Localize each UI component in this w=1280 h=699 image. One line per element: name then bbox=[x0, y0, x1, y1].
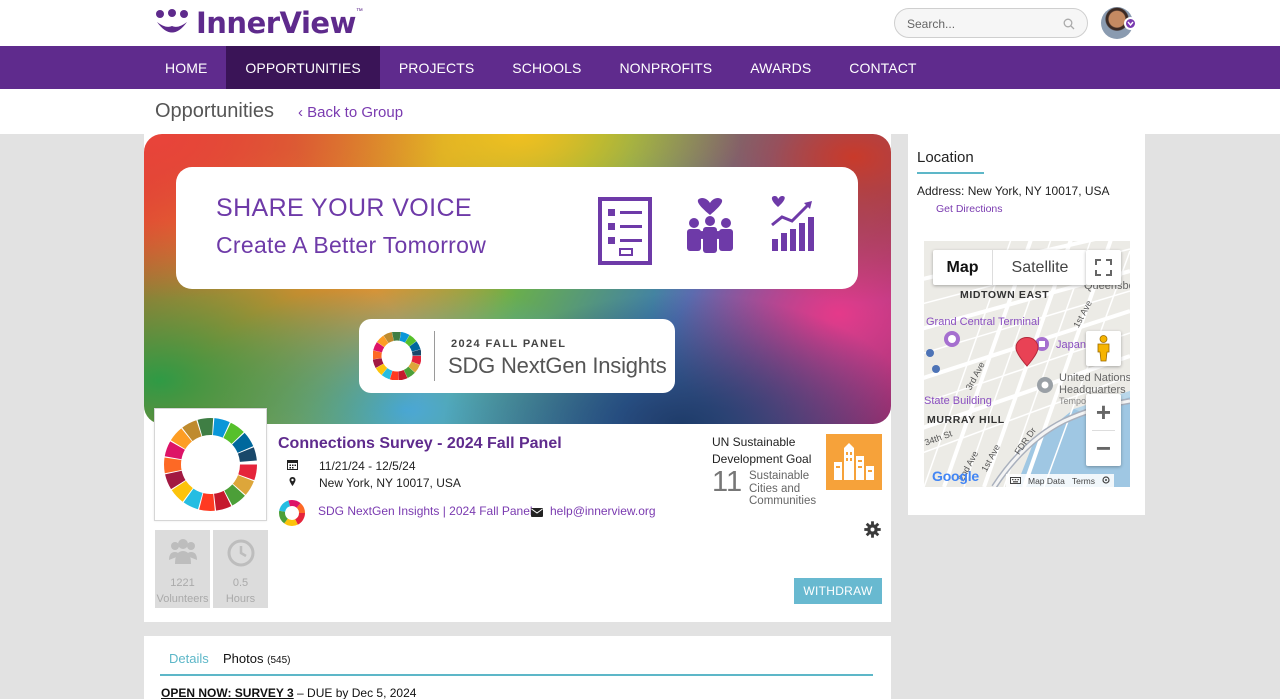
map-pin-icon bbox=[289, 477, 296, 486]
logo-people-icon bbox=[156, 9, 188, 33]
logo-text: InnerView bbox=[196, 6, 356, 40]
organization-row: SDG NextGen Insights | 2024 Fall Panel h… bbox=[278, 499, 798, 527]
location-row: New York, NY 10017, USA bbox=[287, 476, 461, 490]
envelope-icon bbox=[531, 506, 543, 520]
location-title: Location bbox=[917, 149, 974, 166]
location-underline bbox=[917, 172, 984, 174]
map-label-united-nations: United Nations bbox=[1059, 372, 1130, 384]
sdg-label: UN Sustainable Development Goal bbox=[712, 435, 812, 466]
tab-photos-count: (545) bbox=[267, 655, 291, 666]
page-title: Opportunities bbox=[155, 100, 274, 122]
sdg-name: Sustainable Cities and Communities bbox=[749, 470, 817, 507]
opportunity-title[interactable]: Connections Survey - 2024 Fall Panel bbox=[278, 435, 562, 453]
map-data-link[interactable]: Map Data bbox=[1028, 476, 1065, 486]
map-label-japan: Japan bbox=[1056, 339, 1086, 351]
volunteers-label: Volunteers bbox=[156, 593, 209, 605]
map-label-temp: Tempo bbox=[1059, 396, 1087, 406]
community-heart-icon bbox=[684, 197, 736, 262]
logo-tm: ™ bbox=[355, 8, 363, 15]
banner-line1: SHARE YOUR VOICE bbox=[216, 194, 472, 222]
open-survey-due: – DUE by Dec 5, 2024 bbox=[293, 686, 417, 699]
nav-schools[interactable]: SCHOOLS bbox=[493, 46, 600, 89]
nav-projects[interactable]: PROJECTS bbox=[380, 46, 493, 89]
details-card: Details Photos (545) OPEN NOW: SURVEY 3 … bbox=[144, 636, 891, 699]
volunteers-icon bbox=[169, 539, 197, 564]
nav-awards[interactable]: AWARDS bbox=[731, 46, 830, 89]
map-type-satellite-button[interactable]: Satellite bbox=[993, 250, 1087, 285]
date-range: 11/21/24 - 12/5/24 bbox=[319, 459, 416, 473]
report-map-icon[interactable] bbox=[1102, 475, 1110, 486]
map-label-murray-hill: MURRAY HILL bbox=[927, 414, 1005, 426]
subheader: Opportunities ‹ Back to Group bbox=[0, 89, 1280, 134]
zoom-in-icon[interactable]: + bbox=[1086, 394, 1121, 430]
panel-badge: 2024 FALL PANEL SDG NextGen Insights bbox=[359, 319, 675, 393]
map-label-state-building: State Building bbox=[924, 395, 992, 407]
location-text: New York, NY 10017, USA bbox=[319, 476, 461, 490]
opportunity-thumbnail[interactable] bbox=[154, 408, 267, 521]
hours-value: 0.5 bbox=[232, 577, 249, 589]
tab-photos[interactable]: Photos (545) bbox=[223, 651, 290, 666]
terms-link[interactable]: Terms bbox=[1072, 476, 1095, 486]
panel-top-text: 2024 FALL PANEL bbox=[451, 338, 567, 350]
map-type-map-button[interactable]: Map bbox=[933, 250, 993, 285]
street-view-pegman-icon[interactable] bbox=[1086, 331, 1121, 366]
keyboard-icon[interactable] bbox=[1010, 476, 1021, 486]
search-box[interactable] bbox=[894, 8, 1088, 38]
open-survey-title: OPEN NOW: SURVEY 3 bbox=[161, 686, 294, 699]
chevron-down-icon[interactable] bbox=[1124, 17, 1137, 30]
user-avatar[interactable] bbox=[1101, 7, 1137, 39]
growth-chart-icon bbox=[768, 195, 816, 258]
organization-link[interactable]: SDG NextGen Insights | 2024 Fall Panel bbox=[318, 504, 533, 518]
search-icon[interactable] bbox=[1063, 17, 1075, 35]
map-marker-icon[interactable] bbox=[1015, 337, 1039, 367]
banner-line2: Create A Better Tomorrow bbox=[216, 232, 487, 258]
google-map[interactable]: MIDTOWN EAST Queensboro Grand Central Te… bbox=[924, 241, 1130, 487]
nav-home[interactable]: HOME bbox=[146, 46, 226, 89]
panel-divider bbox=[434, 331, 435, 381]
search-input[interactable] bbox=[907, 15, 1057, 33]
survey-form-icon bbox=[598, 197, 652, 270]
back-to-group-link[interactable]: ‹ Back to Group bbox=[298, 104, 403, 121]
open-survey-notice: OPEN NOW: SURVEY 3 – DUE by Dec 5, 2024 bbox=[161, 686, 416, 699]
map-type-control: Map Satellite bbox=[933, 250, 1087, 285]
fullscreen-icon[interactable] bbox=[1086, 250, 1121, 285]
volunteers-count: 1221 bbox=[170, 577, 195, 589]
nav-nonprofits[interactable]: NONPROFITS bbox=[600, 46, 731, 89]
banner-image: SHARE YOUR VOICE Create A Better Tomorro… bbox=[144, 134, 891, 424]
location-panel: Location Address: New York, NY 10017, US… bbox=[908, 134, 1145, 515]
nav-contact[interactable]: CONTACT bbox=[830, 46, 935, 89]
address-text: Address: New York, NY 10017, USA bbox=[917, 184, 1110, 198]
banner-voice-box: SHARE YOUR VOICE Create A Better Tomorro… bbox=[176, 167, 858, 289]
sdg-people-wheel-icon bbox=[164, 418, 257, 511]
withdraw-button[interactable]: WITHDRAW bbox=[794, 578, 882, 604]
sdg-wheel-icon bbox=[372, 331, 422, 385]
main-nav: HOME OPPORTUNITIES PROJECTS SCHOOLS NONP… bbox=[0, 46, 1280, 89]
panel-bottom-text: SDG NextGen Insights bbox=[448, 353, 667, 378]
nav-opportunities[interactable]: OPPORTUNITIES bbox=[226, 46, 380, 89]
google-logo[interactable]: Google bbox=[932, 468, 979, 484]
opportunity-card: SHARE YOUR VOICE Create A Better Tomorro… bbox=[144, 134, 891, 622]
gear-icon[interactable] bbox=[864, 521, 881, 543]
innerview-logo[interactable]: InnerView ™ bbox=[154, 6, 363, 40]
sdg-11-city-icon bbox=[826, 434, 882, 490]
top-bar: InnerView ™ bbox=[0, 0, 1280, 46]
map-label-grand-central: Grand Central Terminal bbox=[926, 316, 1040, 328]
tab-details[interactable]: Details bbox=[169, 651, 209, 666]
tab-underline bbox=[160, 674, 873, 676]
email-link[interactable]: help@innerview.org bbox=[550, 504, 656, 518]
zoom-out-icon[interactable]: − bbox=[1086, 430, 1121, 466]
zoom-control: + − bbox=[1086, 394, 1121, 466]
org-wheel-icon[interactable] bbox=[278, 499, 306, 527]
hours-label: Hours bbox=[225, 593, 256, 605]
calendar-icon bbox=[287, 460, 298, 470]
date-row: 11/21/24 - 12/5/24 bbox=[287, 459, 416, 473]
get-directions-link[interactable]: Get Directions bbox=[936, 203, 1003, 215]
map-label-midtown: MIDTOWN EAST bbox=[960, 289, 1050, 301]
hours-stat: 0.5 Hours bbox=[213, 530, 268, 608]
sdg-number: 11 bbox=[712, 466, 743, 498]
map-attribution: Map Data Terms bbox=[1006, 474, 1114, 487]
clock-icon bbox=[227, 539, 255, 567]
tab-photos-label: Photos bbox=[223, 651, 264, 666]
volunteers-stat: 1221 Volunteers bbox=[155, 530, 210, 608]
